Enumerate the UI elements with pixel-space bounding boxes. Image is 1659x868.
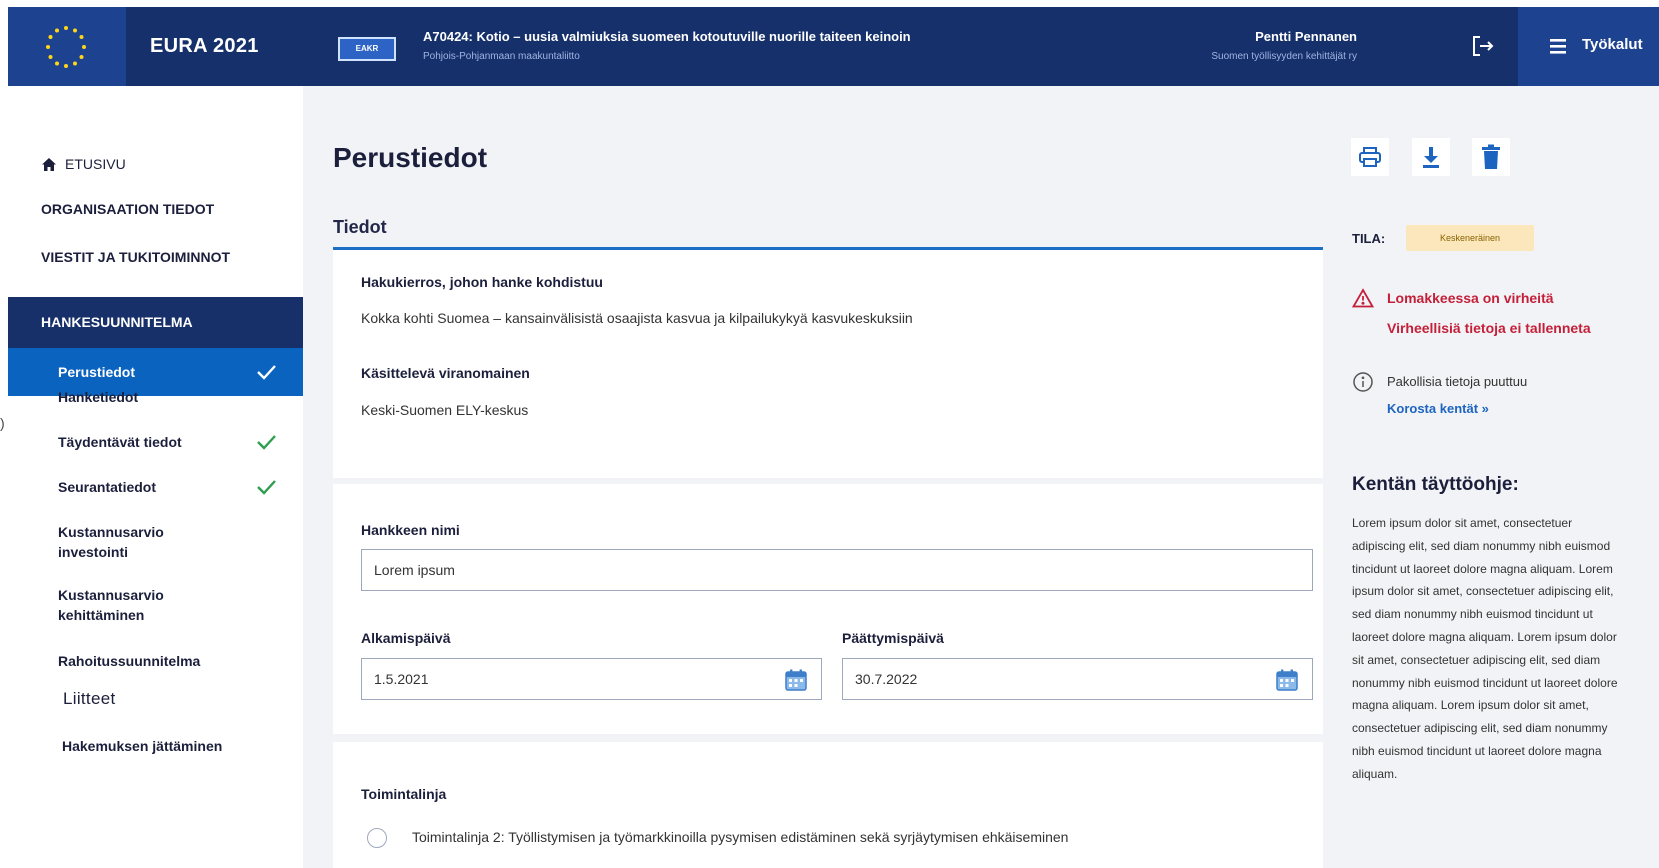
user-name: Pentti Pennanen: [1255, 29, 1357, 44]
sidebar-item-label-line2: investointi: [58, 544, 129, 560]
end-date-field[interactable]: 30.7.2022: [842, 658, 1313, 700]
eu-logo[interactable]: [8, 7, 126, 86]
print-icon: [1359, 147, 1381, 167]
start-date-field[interactable]: 1.5.2021: [361, 658, 822, 700]
sidebar-item-messages[interactable]: VIESTIT JA TUKITOIMINNOT: [41, 249, 230, 265]
sidebar-item-organization[interactable]: ORGANISAATION TIEDOT: [41, 201, 214, 217]
print-button[interactable]: [1351, 138, 1389, 176]
authority-label: Käsittelevä viranomainen: [361, 365, 530, 381]
sidebar-item-label: Liitteet: [63, 689, 116, 708]
sidebar-item-label: Hakemuksen jättäminen: [62, 738, 223, 754]
calendar-icon[interactable]: [1275, 668, 1299, 692]
missing-fields-message: Pakollisia tietoja puuttuu: [1387, 374, 1528, 389]
tab-bar: Tiedot: [333, 212, 1323, 250]
sidebar-item-label: Perustiedot: [58, 364, 136, 380]
sidebar-item-home-label: ETUSIVU: [65, 156, 126, 172]
sidebar-item-label: Rahoitussuunnitelma: [58, 653, 201, 669]
sidebar-item-hanketiedot[interactable]: Hanketiedot: [8, 387, 303, 407]
info-card: Hakukierros, johon hanke kohdistuu Kokka…: [333, 250, 1323, 478]
policy-label: Toimintalinja: [361, 786, 447, 802]
info-icon: [1353, 372, 1373, 392]
sidebar-item-taydentavat-tiedot[interactable]: Täydentävät tiedot: [8, 432, 303, 452]
logout-icon: [1473, 36, 1494, 56]
sidebar-item-label-line2: kehittäminen: [58, 607, 145, 623]
call-value: Kokka kohti Suomea – kansainvälisistä os…: [361, 310, 913, 326]
tools-label: Työkalut: [1582, 36, 1643, 53]
project-name-input[interactable]: [361, 549, 1313, 591]
authority-value: Keski-Suomen ELY-keskus: [361, 402, 529, 418]
sidebar-item-hakemuksen-jattaminen[interactable]: Hakemuksen jättäminen: [8, 736, 303, 756]
eu-flag-icon: [46, 26, 86, 68]
calendar-icon[interactable]: [784, 668, 808, 692]
sidebar-collapse-handle[interactable]: ): [0, 415, 5, 431]
sidebar-item-liitteet[interactable]: Liitteet: [8, 689, 303, 709]
download-icon: [1423, 147, 1439, 168]
delete-button[interactable]: [1472, 138, 1510, 176]
sidebar-item-rahoitussuunnitelma[interactable]: Rahoitussuunnitelma: [8, 651, 303, 671]
policy-option-1-label: Toimintalinja 2: Työllistymisen ja työma…: [412, 829, 1069, 845]
sidebar-item-label: Seurantatiedot: [58, 479, 157, 495]
status-badge: Keskeneräinen: [1406, 225, 1534, 251]
highlight-fields-link[interactable]: Korosta kentät »: [1387, 401, 1489, 416]
top-header: EURA 2021 EAKR A70424: Kotio – uusia val…: [8, 7, 1659, 86]
call-label: Hakukierros, johon hanke kohdistuu: [361, 274, 603, 290]
download-button[interactable]: [1412, 138, 1450, 176]
logout-button[interactable]: [1468, 31, 1498, 61]
check-icon: [257, 365, 276, 380]
project-name-label: Hankkeen nimi: [361, 522, 460, 538]
policy-card: Toimintalinja Toimintalinja 2: Työllisty…: [333, 742, 1323, 868]
user-organization: Suomen työllisyyden kehittäjät ry: [1211, 51, 1357, 62]
form-error-message: Lomakkeessa on virheitä: [1387, 290, 1554, 306]
app-name[interactable]: EURA 2021: [150, 35, 259, 58]
end-date-label: Päättymispäivä: [842, 630, 944, 646]
end-date-value: 30.7.2022: [855, 671, 918, 687]
start-date-value: 1.5.2021: [374, 671, 429, 687]
policy-radio-1[interactable]: [367, 828, 387, 848]
trash-icon: [1482, 144, 1500, 169]
tools-button[interactable]: Työkalut: [1518, 7, 1659, 86]
sidebar-item-kustannusarvio-kehittaminen[interactable]: Kustannusarvio kehittäminen: [8, 585, 303, 625]
help-body-text: Lorem ipsum dolor sit amet, consectetuer…: [1352, 516, 1618, 781]
sidebar-item-label: Kustannusarvio: [58, 524, 164, 540]
project-details-card: Hankkeen nimi Alkamispäivä 1.5.2021 Päät…: [333, 484, 1323, 734]
home-icon: [42, 157, 56, 171]
check-icon: [257, 480, 276, 495]
sidebar-item-label: Täydentävät tiedot: [58, 434, 182, 450]
sidebar-item-label: Kustannusarvio: [58, 587, 164, 603]
menu-icon: [1550, 39, 1566, 54]
sidebar-item-kustannusarvio-investointi[interactable]: Kustannusarvio investointi: [8, 522, 303, 562]
sidebar-nav: ETUSIVU ORGANISAATION TIEDOT VIESTIT JA …: [8, 86, 303, 868]
check-icon: [257, 435, 276, 450]
project-title: A70424: Kotio – uusia valmiuksia suomeen…: [423, 29, 911, 44]
sidebar-item-label: Hanketiedot: [58, 389, 139, 405]
sidebar-section-project-plan[interactable]: HANKESUUNNITELMA: [8, 297, 303, 348]
fund-badge: EAKR: [338, 37, 396, 61]
help-title: Kentän täyttöohje:: [1352, 474, 1519, 495]
form-error-note: Virheellisiä tietoja ei tallenneta: [1387, 320, 1591, 336]
page-title: Perustiedot: [333, 142, 488, 173]
sidebar-item-seurantatiedot[interactable]: Seurantatiedot: [8, 477, 303, 497]
project-organization: Pohjois-Pohjanmaan maakuntaliitto: [423, 51, 580, 62]
tab-tiedot[interactable]: Tiedot: [333, 217, 387, 238]
warning-icon: [1352, 288, 1374, 308]
sidebar-item-home[interactable]: ETUSIVU: [41, 156, 126, 172]
status-label: TILA:: [1352, 231, 1386, 246]
start-date-label: Alkamispäivä: [361, 630, 451, 646]
